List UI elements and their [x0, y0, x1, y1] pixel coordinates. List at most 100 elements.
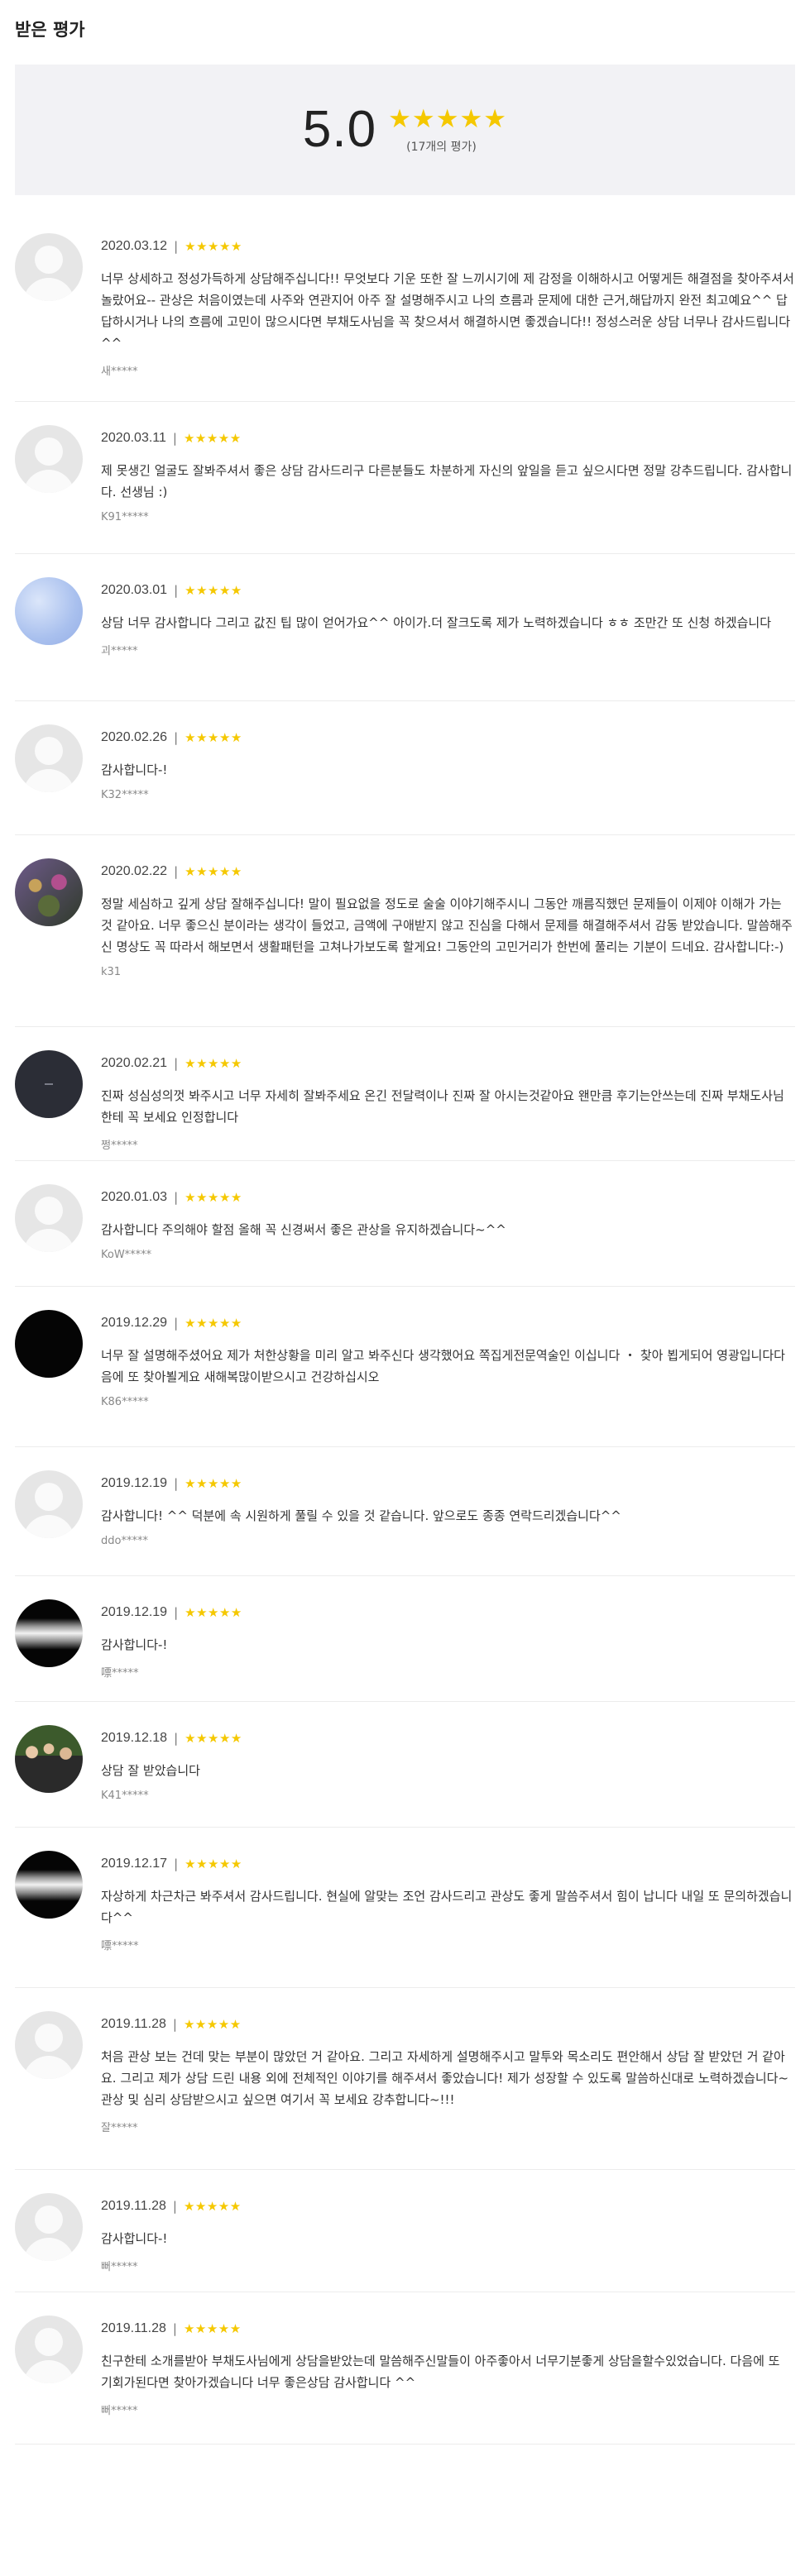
review-meta: 2019.12.18 | ★★★★★: [101, 1730, 795, 1747]
reviewer-avatar: [15, 2316, 83, 2383]
review-meta: 2020.01.03 | ★★★★★: [101, 1189, 795, 1206]
reviewer-avatar: [15, 1599, 83, 1667]
review-meta: 2019.12.19 | ★★★★★: [101, 1475, 795, 1492]
review-date: 2020.03.12: [101, 239, 168, 253]
review-item: 2019.11.28 | ★★★★★ 감사합니다-! 뻐*****: [15, 2170, 795, 2292]
review-date: 2020.02.22: [101, 864, 168, 878]
reviewer-name: K32*****: [101, 789, 149, 801]
review-item: 2020.01.03 | ★★★★★ 감사합니다 주의해야 할점 올해 꼭 신경써서 …: [15, 1161, 795, 1287]
reviewer-avatar: [15, 2193, 83, 2261]
reviewer-avatar: [15, 1851, 83, 1919]
reviewer-avatar: [15, 1725, 83, 1793]
reviewer-name: ddo*****: [101, 1535, 148, 1547]
meta-divider: |: [174, 1316, 179, 1331]
review-item: 2020.03.12 | ★★★★★ 너무 상세하고 정성가득하게 상담해주십니다!!…: [15, 210, 795, 402]
review-item: 2020.03.01 | ★★★★★ 상담 너무 감사합니다 그리고 값진 팁 많이 …: [15, 554, 795, 701]
reviewer-avatar: [15, 1184, 83, 1252]
review-meta: 2019.11.28 | ★★★★★: [101, 2198, 795, 2215]
review-star-rating: ★★★★★: [185, 1190, 242, 1205]
reviewer-avatar: [15, 1050, 83, 1118]
review-count: (17개의 평가): [406, 141, 477, 154]
review-content: 2019.12.18 | ★★★★★ 상담 잘 받았습니다 K41*****: [101, 1725, 795, 1827]
review-item: 2020.02.21 | ★★★★★ 진짜 성심성의껏 봐주시고 너무 자세히 잘봐주…: [15, 1027, 795, 1161]
reviewer-name: 嘌*****: [101, 1667, 139, 1680]
review-text: 친구한테 소개를받아 부채도사님에게 상담을받았는데 말씀해주신말들이 아주좋아…: [101, 2354, 780, 2390]
average-star-rating: ★★★★★: [388, 104, 508, 134]
reviews-page: 받은 평가 5.0 ★★★★★ (17개의 평가) 2020.03.12 | ★★★…: [0, 0, 810, 2576]
reviewer-name: K41*****: [101, 1790, 149, 1802]
review-meta: 2020.02.21 | ★★★★★: [101, 1055, 795, 1072]
review-content: 2019.11.28 | ★★★★★ 처음 관상 보는 건데 맞는 부분이 많았던 거…: [101, 2011, 795, 2169]
review-star-rating: ★★★★★: [183, 2199, 242, 2214]
review-star-rating: ★★★★★: [185, 583, 242, 598]
reviewer-name: 뻐*****: [101, 2405, 138, 2417]
review-text: 진짜 성심성의껏 봐주시고 너무 자세히 잘봐주세요 온긴 전달력이나 진짜 잘…: [101, 1088, 784, 1125]
review-star-rating: ★★★★★: [185, 730, 242, 745]
review-content: 2020.03.11 | ★★★★★ 제 못생긴 얼굴도 잘봐주셔서 좋은 상담 감사…: [101, 425, 795, 553]
rating-summary-right: ★★★★★ (17개의 평가): [388, 105, 507, 155]
reviewer-avatar: [15, 1470, 83, 1538]
review-content: 2019.11.28 | ★★★★★ 감사합니다-! 뻐*****: [101, 2193, 795, 2292]
review-text: 감사합니다! ^^ 덕분에 속 시원하게 풀릴 수 있을 것 같습니다. 앞으로…: [101, 1508, 621, 1523]
meta-divider: |: [172, 2017, 177, 2032]
meta-divider: |: [174, 239, 179, 254]
review-date: 2019.12.19: [101, 1476, 168, 1490]
review-content: 2020.02.22 | ★★★★★ 정말 세심하고 깊게 상담 잘해주십니다! 말이…: [101, 858, 795, 1026]
review-date: 2020.02.26: [101, 730, 168, 744]
reviewer-avatar: [15, 577, 83, 645]
reviewer-avatar: [15, 858, 83, 926]
review-text: 너무 상세하고 정성가득하게 상담해주십니다!! 무엇보다 기운 또한 잘 느끼…: [101, 271, 794, 351]
meta-divider: |: [174, 583, 179, 598]
review-star-rating: ★★★★★: [185, 1605, 242, 1620]
reviewer-name: 嘌*****: [101, 1940, 139, 1952]
review-text: 정말 세심하고 깊게 상담 잘해주십니다! 말이 필요없을 정도로 술술 이야기…: [101, 896, 793, 954]
review-content: 2020.02.21 | ★★★★★ 진짜 성심성의껏 봐주시고 너무 자세히 잘봐주…: [101, 1050, 795, 1160]
review-item: 2020.02.26 | ★★★★★ 감사합니다-! K32*****: [15, 701, 795, 835]
review-date: 2020.03.01: [101, 583, 168, 597]
review-item: 2019.12.19 | ★★★★★ 감사합니다! ^^ 덕분에 속 시원하게 풀릴 …: [15, 1447, 795, 1576]
reviewer-name: KoW*****: [101, 1249, 152, 1261]
review-item: 2019.11.28 | ★★★★★ 친구한테 소개를받아 부채도사님에게 상담을받았…: [15, 2292, 795, 2445]
review-star-rating: ★★★★★: [185, 1857, 242, 1871]
review-star-rating: ★★★★★: [185, 239, 242, 254]
review-text: 감사합니다-!: [101, 762, 168, 777]
review-meta: 2019.12.29 | ★★★★★: [101, 1315, 795, 1331]
review-item: 2020.02.22 | ★★★★★ 정말 세심하고 깊게 상담 잘해주십니다! 말이…: [15, 835, 795, 1027]
review-date: 2020.03.11: [101, 431, 166, 445]
reviewer-name: 뻐*****: [101, 2261, 138, 2273]
meta-divider: |: [174, 1476, 179, 1491]
review-content: 2019.12.17 | ★★★★★ 자상하게 차근차근 봐주셔서 감사드립니다. 현…: [101, 1851, 795, 1987]
review-meta: 2020.03.11 | ★★★★★: [101, 430, 795, 447]
section-title: 받은 평가: [15, 20, 85, 40]
review-text: 상담 너무 감사합니다 그리고 값진 팁 많이 얻어가요^^ 아이가.더 잘크도…: [101, 615, 771, 630]
review-meta: 2019.11.28 | ★★★★★: [101, 2320, 795, 2337]
review-date: 2019.11.28: [101, 2017, 166, 2031]
review-content: 2019.12.19 | ★★★★★ 감사합니다! ^^ 덕분에 속 시원하게 풀릴 …: [101, 1470, 795, 1575]
review-meta: 2020.03.12 | ★★★★★: [101, 238, 795, 255]
review-date: 2020.02.21: [101, 1056, 168, 1070]
reviewer-name: 쩡*****: [101, 1140, 138, 1152]
meta-divider: |: [172, 431, 177, 446]
review-date: 2019.11.28: [101, 2199, 166, 2213]
review-date: 2019.12.18: [101, 1731, 168, 1745]
review-star-rating: ★★★★★: [185, 864, 242, 879]
review-star-rating: ★★★★★: [185, 1731, 242, 1746]
review-item: 2019.12.29 | ★★★★★ 너무 잘 설명해주셨어요 제가 처한상황을 미리…: [15, 1287, 795, 1447]
review-date: 2019.11.28: [101, 2321, 166, 2335]
review-content: 2020.02.26 | ★★★★★ 감사합니다-! K32*****: [101, 724, 795, 834]
meta-divider: |: [174, 1857, 179, 1871]
review-star-rating: ★★★★★: [185, 1056, 242, 1071]
review-content: 2020.01.03 | ★★★★★ 감사합니다 주의해야 할점 올해 꼭 신경써서 …: [101, 1184, 795, 1286]
review-content: 2019.11.28 | ★★★★★ 친구한테 소개를받아 부채도사님에게 상담을받았…: [101, 2316, 795, 2444]
review-text: 처음 관상 보는 건데 맞는 부분이 많았던 거 같아요. 그리고 자세하게 설…: [101, 2049, 789, 2107]
meta-divider: |: [174, 730, 179, 745]
review-meta: 2019.11.28 | ★★★★★: [101, 2016, 795, 2033]
meta-divider: |: [174, 1605, 179, 1620]
meta-divider: |: [172, 2321, 177, 2336]
meta-divider: |: [174, 1731, 179, 1746]
review-item: 2019.12.18 | ★★★★★ 상담 잘 받았습니다 K41*****: [15, 1702, 795, 1828]
review-item: 2020.03.11 | ★★★★★ 제 못생긴 얼굴도 잘봐주셔서 좋은 상담 감사…: [15, 402, 795, 554]
reviewer-name: K91*****: [101, 511, 149, 523]
review-star-rating: ★★★★★: [185, 1476, 242, 1491]
reviewer-name: 괴*****: [101, 645, 138, 657]
